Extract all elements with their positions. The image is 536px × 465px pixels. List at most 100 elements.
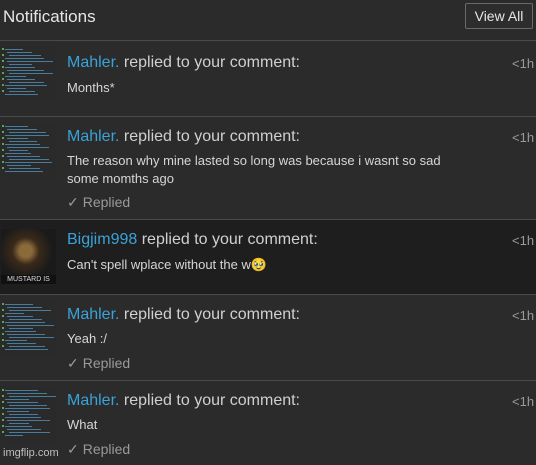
comment-text: Can't spell wplace without the w🥹 <box>67 257 268 272</box>
notification-item[interactable]: Mahler. replied to your comment: <1h Mon… <box>0 42 536 117</box>
thumbnail-text-line <box>5 408 50 409</box>
thumbnail-dot <box>2 413 4 415</box>
thumbnail-text-line <box>9 73 53 74</box>
replied-status: ✓ Replied <box>67 441 130 458</box>
avatar-caption: MUSTARD IS CO <box>1 275 56 284</box>
thumbnail-dot <box>2 143 4 145</box>
thumbnail-text-line <box>7 334 45 335</box>
meme-thumbnail[interactable] <box>1 123 56 178</box>
meme-thumbnail[interactable] <box>1 46 56 101</box>
thumbnail-text-line <box>7 165 31 166</box>
thumbnail-dot <box>2 315 4 317</box>
thumbnail-dot <box>2 321 4 323</box>
watermark: imgflip.com <box>3 447 59 459</box>
thumbnail-text-line <box>7 79 35 80</box>
thumbnail-text-line <box>7 429 41 430</box>
thumbnail-text-line <box>5 304 33 305</box>
username-link[interactable]: Mahler. <box>67 306 119 323</box>
thumbnail-text-line <box>9 150 28 151</box>
notification-headline: Mahler. replied to your comment: <box>67 392 300 410</box>
thumbnail-dot <box>2 303 4 305</box>
thumbnail-text-line <box>5 399 29 400</box>
thumbnail-text-line <box>7 325 54 326</box>
replied-label: Replied <box>82 355 131 371</box>
thumbnail-text-line <box>7 156 40 157</box>
notification-item[interactable]: Mahler. replied to your comment: <1h Yea… <box>0 295 536 381</box>
thumbnail-text-line <box>9 337 54 338</box>
thumbnail-text-line <box>5 171 43 172</box>
thumbnail-text-line <box>7 343 36 344</box>
view-all-button[interactable]: View All <box>465 3 533 29</box>
comment-text: Months* <box>67 80 115 95</box>
notification-item[interactable]: Mahler. replied to your comment: <1h Wha… <box>0 381 536 465</box>
thumbnail-text-line <box>7 129 37 130</box>
timestamp: <1h <box>512 394 535 409</box>
comment-text: What <box>67 417 98 432</box>
thumbnail-text-line <box>9 328 33 329</box>
thumbnail-dot <box>2 401 4 403</box>
thumbnail-text-line <box>9 310 51 311</box>
thumbnail-text-line <box>5 322 45 323</box>
thumbnail-text-line <box>9 64 32 65</box>
thumbnail-text-line <box>9 55 41 56</box>
thumbnail-dot <box>2 167 4 169</box>
thumbnail-text-line <box>9 159 49 160</box>
thumbnail-text-line <box>9 423 29 424</box>
comment-text: Yeah :/ <box>67 331 108 346</box>
thumbnail-dot <box>2 90 4 92</box>
thumbnail-text-line <box>5 76 26 77</box>
username-link[interactable]: Mahler. <box>67 128 119 145</box>
thumbnail-text-line <box>7 411 29 412</box>
thumbnail-text-line <box>9 405 47 406</box>
username-link[interactable]: Mahler. <box>67 392 119 409</box>
thumbnail-dot <box>2 78 4 80</box>
thumbnail-dot <box>2 66 4 68</box>
thumbnail-text-line <box>7 70 44 71</box>
meme-thumbnail[interactable] <box>1 301 56 356</box>
check-icon: ✓ <box>67 441 79 457</box>
username-link[interactable]: Bigjim998 <box>67 231 137 248</box>
action-text: replied to your comment: <box>123 128 300 145</box>
thumbnail-dot <box>2 161 4 163</box>
thumbnail-text-line <box>7 88 26 89</box>
thumbnail-text-line <box>5 67 35 68</box>
thumbnail-text-line <box>5 144 40 145</box>
thumbnail-text-line <box>9 168 40 169</box>
action-text: replied to your comment: <box>141 231 318 248</box>
thumbnail-text-line <box>7 61 53 62</box>
notification-item[interactable]: MUSTARD IS CO Bigjim998 replied to your … <box>0 220 536 295</box>
thumbnail-dot <box>2 48 4 50</box>
thumbnail-dot <box>2 149 4 151</box>
thumbnail-dot <box>2 327 4 329</box>
thumbnail-text-line <box>5 58 44 59</box>
thumbnail-dot <box>2 425 4 427</box>
notification-headline: Mahler. replied to your comment: <box>67 128 300 146</box>
notification-item[interactable]: Mahler. replied to your comment: <1h The… <box>0 117 536 220</box>
thumbnail-dot <box>2 84 4 86</box>
thumbnail-text-line <box>5 49 23 50</box>
thumbnail-text-line <box>7 402 38 403</box>
action-text: replied to your comment: <box>123 54 300 71</box>
thumbnail-dot <box>2 131 4 133</box>
thumbnail-dot <box>2 389 4 391</box>
thumbnail-dot <box>2 419 4 421</box>
replied-label: Replied <box>82 441 131 457</box>
thumbnail-text-line <box>9 432 50 433</box>
thumbnail-text-line <box>9 82 44 83</box>
thumbnail-dot <box>2 333 4 335</box>
thumbnail-dot <box>2 407 4 409</box>
action-text: replied to your comment: <box>123 392 300 409</box>
timestamp: <1h <box>512 308 535 323</box>
thumbnail-text-line <box>7 420 50 421</box>
thumbnail-text-line <box>5 162 52 163</box>
meme-thumbnail[interactable] <box>1 387 56 442</box>
thumbnail-dot <box>2 125 4 127</box>
user-avatar[interactable]: MUSTARD IS CO <box>1 229 56 284</box>
username-link[interactable]: Mahler. <box>67 54 119 71</box>
thumbnail-dot <box>2 72 4 74</box>
thumbnail-text-line <box>7 316 33 317</box>
thumbnail-text-line <box>5 331 36 332</box>
thumbnail-text-line <box>7 393 47 394</box>
thumbnail-dot <box>2 60 4 62</box>
replied-status: ✓ Replied <box>67 355 130 372</box>
